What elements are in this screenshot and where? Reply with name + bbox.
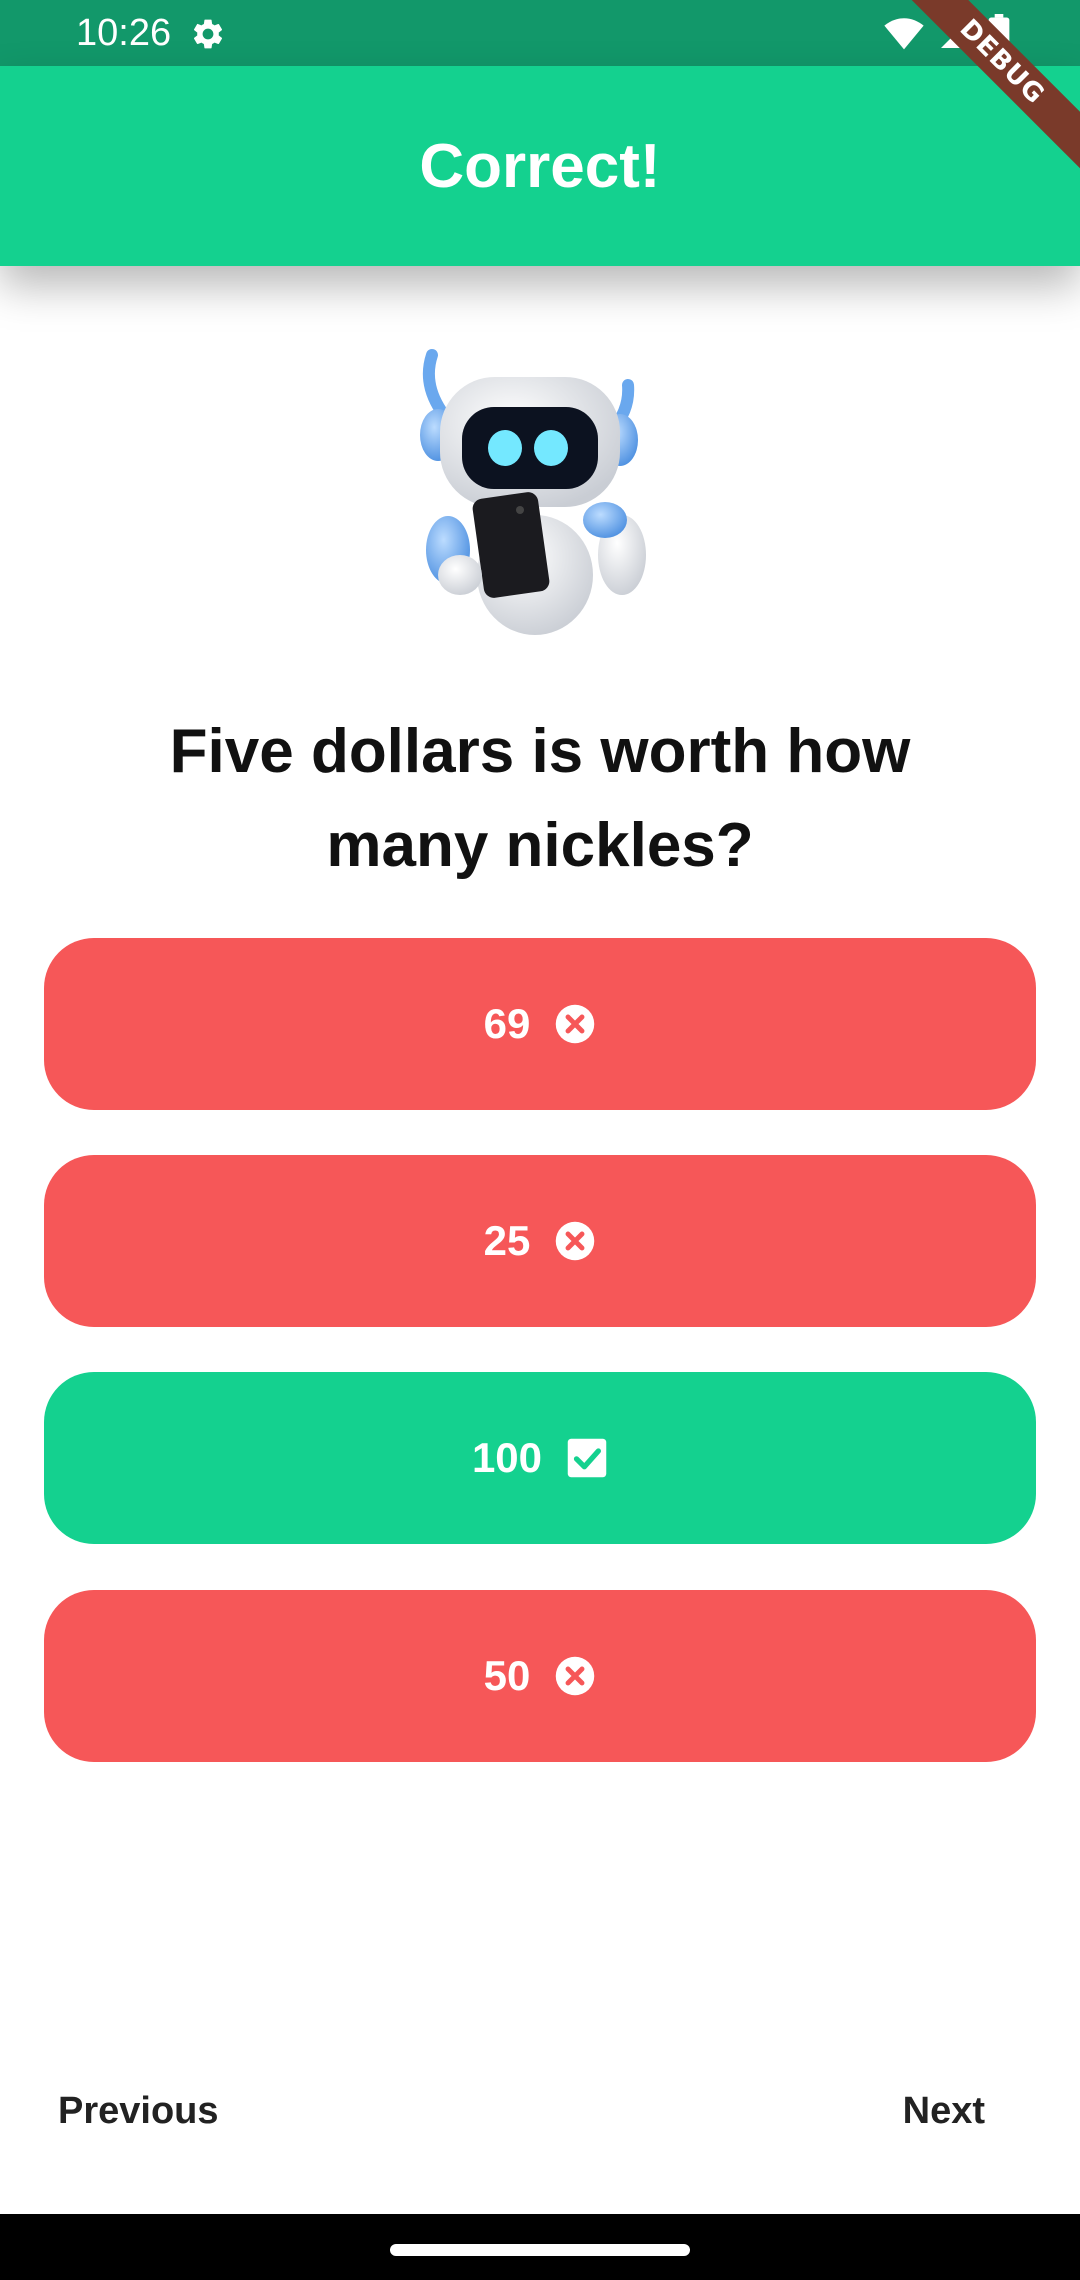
app-bar: Correct! [0, 66, 1080, 266]
answer-label: 100 [471, 1434, 543, 1481]
answer-option-50[interactable]: 50 [44, 1590, 1036, 1762]
answer-label: 25 [483, 1217, 531, 1264]
robot-illustration [420, 349, 646, 635]
next-button[interactable]: Next [903, 2090, 985, 2133]
answer-option-25[interactable]: 25 [44, 1155, 1036, 1327]
gear-icon [193, 19, 223, 49]
status-time: 10:26 [76, 12, 172, 54]
cancel-icon [556, 1221, 595, 1261]
answer-label: 69 [483, 1000, 531, 1047]
question-text: Five dollars is worth how many nickles? [169, 717, 911, 880]
answer-option-69[interactable]: 69 [44, 938, 1036, 1110]
answer-option-100[interactable]: 100 [44, 1372, 1036, 1544]
previous-button[interactable]: Previous [58, 2090, 219, 2133]
cancel-icon [556, 1004, 595, 1044]
home-gesture-handle[interactable] [390, 2244, 690, 2256]
status-bar: 10:26 [0, 0, 1080, 66]
wifi-icon [884, 18, 924, 50]
quiz-screen: 10:26 DEBUG Correct! Five dollars is wor… [0, 0, 1080, 2280]
cancel-icon [556, 1656, 595, 1696]
page-title: Correct! [419, 131, 661, 201]
check-box-icon [567, 1438, 607, 1478]
answer-label: 50 [483, 1652, 531, 1699]
